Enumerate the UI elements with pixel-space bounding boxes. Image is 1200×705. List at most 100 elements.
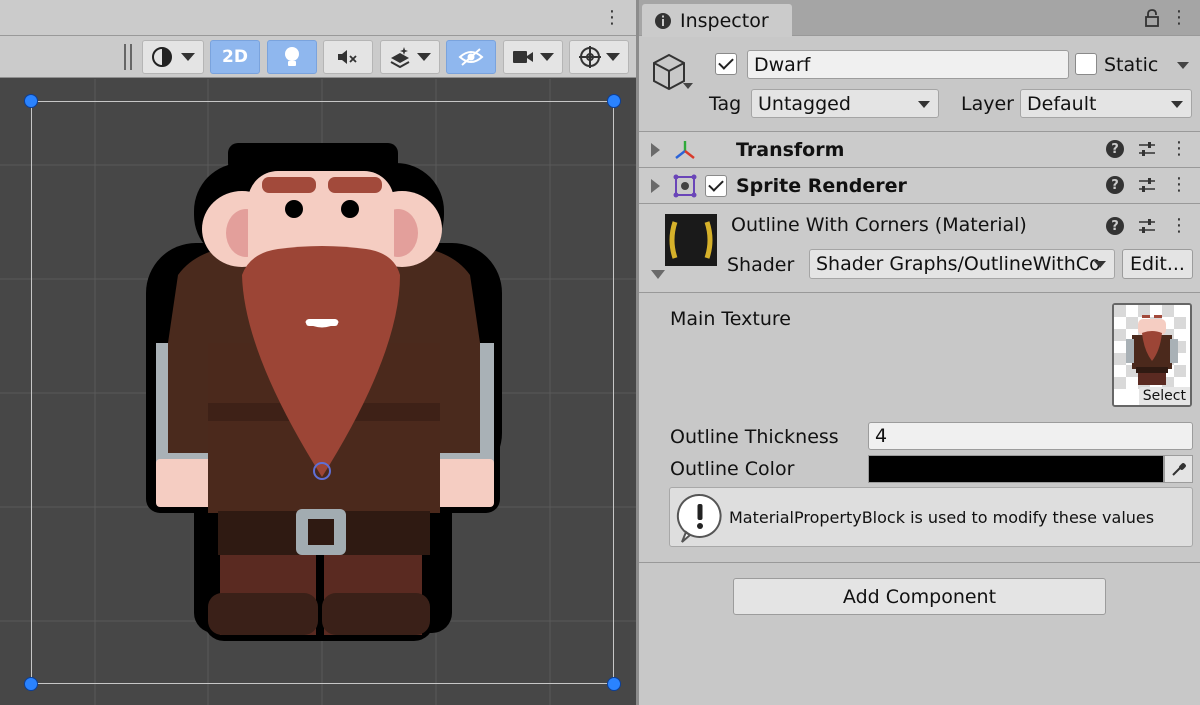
rect-handle-bottom-left[interactable] bbox=[24, 677, 38, 691]
divider bbox=[639, 562, 1200, 563]
scene-viewport[interactable] bbox=[0, 79, 636, 705]
material-foldout-icon[interactable] bbox=[651, 270, 665, 279]
settings-sliders-icon[interactable] bbox=[1138, 141, 1156, 157]
chevron-down-icon bbox=[181, 53, 195, 61]
hidden-objects-icon bbox=[458, 48, 484, 66]
dwarf-sprite[interactable] bbox=[138, 143, 508, 643]
texture-select-label: Select bbox=[1142, 388, 1186, 404]
component-menu-icon[interactable]: ⋮ bbox=[1170, 217, 1188, 235]
material-preview-icon[interactable] bbox=[665, 214, 717, 266]
chevron-down-icon[interactable] bbox=[683, 83, 693, 89]
chevron-down-icon bbox=[417, 53, 431, 61]
static-label: Static bbox=[1104, 54, 1159, 76]
tab-inspector-label: Inspector bbox=[680, 9, 769, 32]
material-properties: Main Texture Select Outline Thickness 4 … bbox=[639, 294, 1200, 564]
scene-tab-bar: ⋮ bbox=[0, 0, 636, 36]
outline-color-swatch[interactable] bbox=[868, 455, 1164, 483]
shader-label: Shader bbox=[727, 254, 795, 276]
outline-thickness-field[interactable]: 4 bbox=[868, 422, 1193, 450]
draw-mode-dropdown[interactable] bbox=[142, 40, 204, 74]
transform-title: Transform bbox=[736, 139, 845, 161]
audio-mute-icon bbox=[338, 50, 357, 64]
component-menu-icon[interactable]: ⋮ bbox=[1170, 140, 1188, 158]
camera-icon bbox=[513, 51, 533, 63]
material-header: Outline With Corners (Material) ? ⋮ Shad… bbox=[639, 203, 1200, 293]
material-header-icons: ? ⋮ bbox=[1106, 217, 1188, 235]
info-helpbox: MaterialPropertyBlock is used to modify … bbox=[669, 487, 1193, 547]
sprite-renderer-title: Sprite Renderer bbox=[736, 175, 907, 197]
toggle-2d-button[interactable]: 2D bbox=[210, 40, 260, 74]
layer-dropdown[interactable]: Default bbox=[1020, 89, 1192, 118]
scene-toolbar: 2D bbox=[0, 36, 636, 78]
component-menu-icon[interactable]: ⋮ bbox=[1170, 176, 1188, 194]
sprite-renderer-component-header[interactable]: Sprite Renderer ? ⋮ bbox=[639, 167, 1200, 203]
static-dropdown-icon[interactable] bbox=[1177, 62, 1189, 69]
effects-dropdown[interactable] bbox=[380, 40, 440, 74]
tag-label: Tag bbox=[709, 93, 742, 115]
add-component-button[interactable]: Add Component bbox=[733, 578, 1106, 615]
gameobject-header: Dwarf Static Tag Untagged Layer Default bbox=[639, 37, 1200, 131]
edit-shader-label: Edit... bbox=[1130, 253, 1185, 275]
draw-mode-icon bbox=[152, 47, 172, 67]
active-checkbox[interactable] bbox=[715, 53, 737, 75]
sprite-renderer-header-icons: ? ⋮ bbox=[1106, 176, 1188, 194]
info-message: MaterialPropertyBlock is used to modify … bbox=[729, 508, 1155, 527]
transform-component-header[interactable]: Transform ? ⋮ bbox=[639, 131, 1200, 167]
tab-inspector[interactable]: Inspector bbox=[642, 4, 792, 37]
object-name-field[interactable]: Dwarf bbox=[747, 50, 1069, 79]
rect-handle-top-right[interactable] bbox=[607, 94, 621, 108]
info-exclamation-icon bbox=[676, 493, 722, 543]
tag-dropdown[interactable]: Untagged bbox=[751, 89, 939, 118]
shader-dropdown[interactable]: Shader Graphs/OutlineWithCo bbox=[809, 249, 1115, 279]
sprite-renderer-enabled-checkbox[interactable] bbox=[705, 175, 727, 197]
inspector-tab-bar: Inspector ⋮ bbox=[639, 0, 1200, 37]
chevron-down-icon bbox=[1171, 100, 1183, 108]
lock-icon[interactable] bbox=[1144, 9, 1160, 27]
help-icon[interactable]: ? bbox=[1106, 140, 1124, 158]
toggle-lighting-button[interactable] bbox=[267, 40, 317, 74]
layer-label: Layer bbox=[961, 93, 1014, 115]
settings-sliders-icon[interactable] bbox=[1138, 177, 1156, 193]
help-icon[interactable]: ? bbox=[1106, 176, 1124, 194]
object-name-value: Dwarf bbox=[754, 53, 811, 76]
tag-value: Untagged bbox=[758, 92, 851, 115]
rect-handle-top-left[interactable] bbox=[24, 94, 38, 108]
settings-sliders-icon[interactable] bbox=[1138, 218, 1156, 234]
chevron-down-icon bbox=[540, 53, 554, 61]
material-title: Outline With Corners (Material) bbox=[731, 214, 1027, 236]
chevron-down-icon bbox=[1094, 261, 1106, 268]
toggle-2d-label: 2D bbox=[222, 47, 248, 67]
gameobject-cube-icon bbox=[653, 53, 685, 91]
gizmos-dropdown[interactable] bbox=[569, 40, 629, 74]
sprite-renderer-foldout-icon[interactable] bbox=[651, 179, 660, 193]
gizmos-icon bbox=[579, 46, 601, 68]
rect-handle-bottom-right[interactable] bbox=[607, 677, 621, 691]
main-texture-label: Main Texture bbox=[670, 308, 791, 330]
color-picker-button[interactable] bbox=[1164, 455, 1193, 483]
transform-foldout-icon[interactable] bbox=[651, 143, 660, 157]
static-checkbox[interactable] bbox=[1075, 53, 1097, 75]
transform-header-icons: ? ⋮ bbox=[1106, 140, 1188, 158]
lighting-icon bbox=[285, 47, 299, 66]
layer-value: Default bbox=[1027, 92, 1097, 115]
outline-thickness-value: 4 bbox=[875, 425, 888, 447]
shader-value: Shader Graphs/OutlineWithCo bbox=[816, 253, 1101, 275]
toggle-hidden-objects-button[interactable] bbox=[446, 40, 496, 74]
outline-thickness-label: Outline Thickness bbox=[670, 426, 839, 448]
toolbar-grip-icon[interactable] bbox=[124, 44, 132, 70]
edit-shader-button[interactable]: Edit... bbox=[1122, 249, 1193, 279]
add-component-label: Add Component bbox=[842, 585, 997, 608]
scene-view-panel: ⋮ 2D bbox=[0, 0, 636, 705]
transform-icon bbox=[675, 141, 695, 159]
effects-icon bbox=[390, 47, 410, 68]
inspector-menu-icon[interactable]: ⋮ bbox=[1170, 8, 1188, 28]
toggle-audio-button[interactable] bbox=[323, 40, 373, 74]
chevron-down-icon bbox=[606, 53, 620, 61]
outline-color-label: Outline Color bbox=[670, 458, 795, 480]
scene-menu-icon[interactable]: ⋮ bbox=[602, 8, 622, 28]
help-icon[interactable]: ? bbox=[1106, 217, 1124, 235]
main-texture-slot[interactable]: Select bbox=[1112, 303, 1192, 407]
camera-dropdown[interactable] bbox=[503, 40, 563, 74]
texture-select-button[interactable]: Select bbox=[1138, 387, 1190, 405]
inspector-panel: Inspector ⋮ Dwarf Static Tag Untagged La… bbox=[636, 0, 1200, 705]
